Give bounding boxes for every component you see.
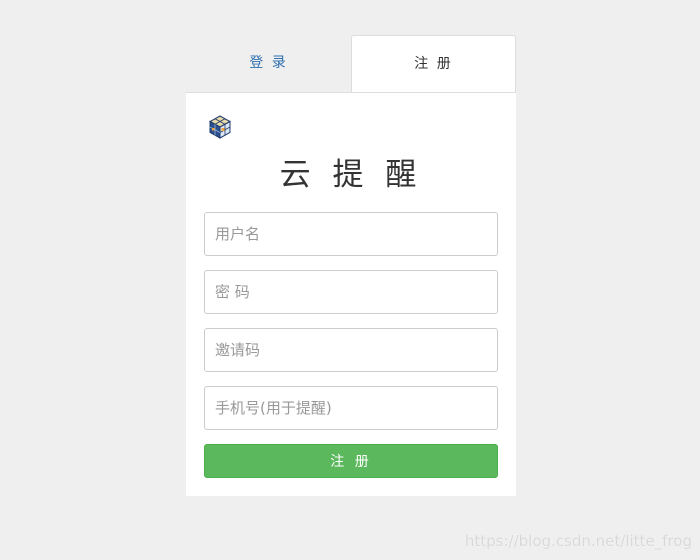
password-input[interactable] bbox=[204, 270, 498, 314]
register-panel: 云 提 醒 注 册 bbox=[186, 92, 516, 496]
tab-login[interactable]: 登 录 bbox=[186, 35, 351, 91]
watermark-text: https://blog.csdn.net/litte_frog bbox=[464, 532, 692, 550]
register-card: 登 录 注 册 云 提 醒 注 册 bbox=[186, 35, 516, 496]
auth-tabs: 登 录 注 册 bbox=[186, 35, 516, 92]
username-input[interactable] bbox=[204, 212, 498, 256]
app-title: 云 提 醒 bbox=[279, 157, 423, 193]
cube-logo-icon bbox=[208, 115, 232, 139]
phone-input[interactable] bbox=[204, 386, 498, 430]
register-button[interactable]: 注 册 bbox=[204, 444, 498, 478]
tab-register[interactable]: 注 册 bbox=[351, 35, 516, 92]
invite-code-input[interactable] bbox=[204, 328, 498, 372]
page: 登 录 注 册 云 提 醒 注 册 bbox=[0, 0, 700, 560]
